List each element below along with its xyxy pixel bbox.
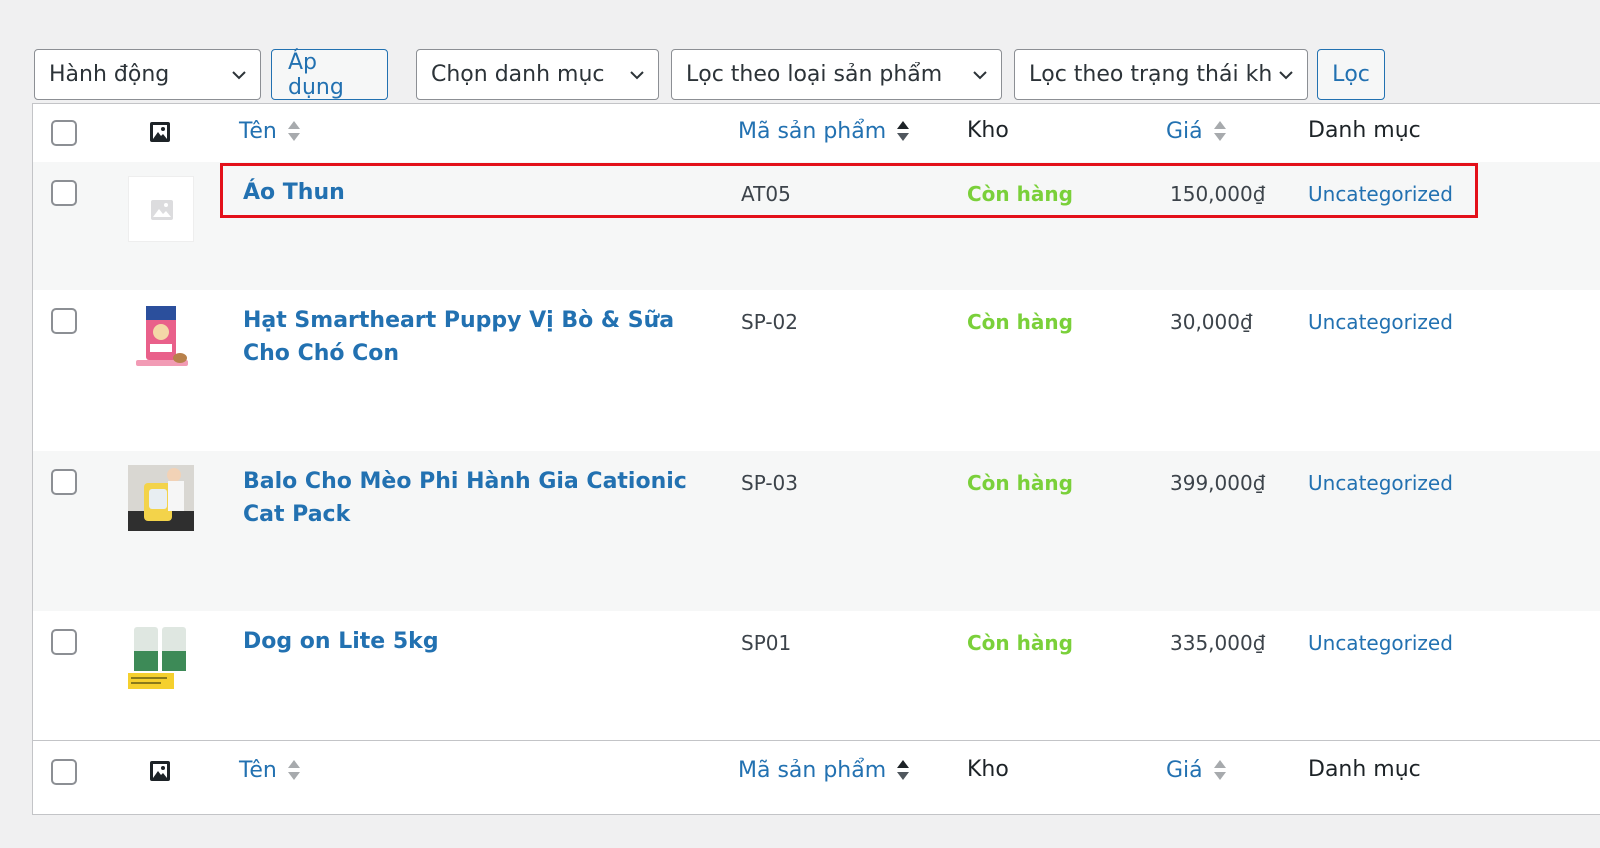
product-price: 335,000₫ [1170,631,1266,655]
dog-food-bag-image [136,306,188,366]
product-price: 30,000₫ [1170,310,1253,334]
product-name-link[interactable]: Balo Cho Mèo Phi Hành Gia Cationic Cat P… [243,465,713,531]
sort-icon [1213,121,1226,141]
product-type-filter-select[interactable]: Lọc theo loại sản phẩm [671,49,1002,100]
row-checkbox[interactable] [51,180,77,206]
column-header-name-label: Tên [239,118,277,144]
row-checkbox[interactable] [51,629,77,655]
sort-icon [287,121,300,141]
stock-status-filter-select[interactable]: Lọc theo trạng thái kho [1014,49,1308,100]
product-sku: SP-03 [741,471,798,495]
category-filter-select[interactable]: Chọn danh mục [416,49,659,100]
product-sku: AT05 [741,182,791,206]
product-thumbnail[interactable] [128,465,194,531]
sort-ascending-icon [897,760,910,780]
product-price: 150,000₫ [1170,182,1266,206]
product-category-link[interactable]: Uncategorized [1308,471,1453,495]
column-header-name[interactable]: Tên [239,118,301,144]
footer-column-price[interactable]: Giá [1166,757,1227,783]
filter-button[interactable]: Lọc [1317,49,1385,100]
product-category-link[interactable]: Uncategorized [1308,310,1453,334]
product-thumbnail[interactable] [128,625,194,691]
footer-column-sku-label: Mã sản phẩm [738,757,887,783]
stock-status: Còn hàng [967,310,1073,334]
product-category-link[interactable]: Uncategorized [1308,182,1453,206]
footer-column-name[interactable]: Tên [239,757,301,783]
sort-icon [1213,760,1226,780]
column-header-stock-label: Kho [967,118,1009,143]
bulk-action-select[interactable]: Hành động [34,49,261,100]
footer-column-category: Danh mục [1308,757,1421,782]
table-row: Áo Thun AT05 Còn hàng 150,000₫ Uncategor… [33,162,1600,290]
table-row: Balo Cho Mèo Phi Hành Gia Cationic Cat P… [33,451,1600,611]
apply-button[interactable]: Áp dụng [271,49,388,100]
product-price: 399,000₫ [1170,471,1266,495]
table-row: Dog on Lite 5kg SP01 Còn hàng 335,000₫ U… [33,611,1600,740]
product-sku: SP01 [741,631,792,655]
cat-backpack-image [128,465,194,531]
chevron-down-icon [1279,70,1293,79]
column-header-price[interactable]: Giá [1166,118,1227,144]
stock-status: Còn hàng [967,471,1073,495]
product-name-link[interactable]: Dog on Lite 5kg [243,625,713,658]
product-sku: SP-02 [741,310,798,334]
row-checkbox[interactable] [51,308,77,334]
column-header-sku[interactable]: Mã sản phẩm [738,118,910,144]
column-header-category-label: Danh mục [1308,118,1421,143]
product-thumbnail[interactable] [128,304,194,370]
column-header-price-label: Giá [1166,118,1203,144]
tablenav-toolbar: Hành động Áp dụng Chọn danh mục Lọc theo… [34,49,1534,102]
product-name-link[interactable]: Áo Thun [243,176,713,209]
stock-status: Còn hàng [967,182,1073,206]
category-filter-value: Chọn danh mục [431,62,605,87]
stock-status-filter-value: Lọc theo trạng thái kho [1029,62,1271,87]
row-checkbox[interactable] [51,469,77,495]
footer-column-category-label: Danh mục [1308,757,1421,782]
footer-column-stock: Kho [967,757,1009,782]
column-header-stock: Kho [967,118,1009,143]
footer-column-sku[interactable]: Mã sản phẩm [738,757,910,783]
product-category-link[interactable]: Uncategorized [1308,631,1453,655]
column-header-sku-label: Mã sản phẩm [738,118,887,144]
table-header: Tên Mã sản phẩm Kho Giá Danh mục [33,104,1600,163]
apply-button-label: Áp dụng [288,49,344,100]
image-icon [150,761,170,781]
dog-food-bags-image [128,625,194,691]
placeholder-image-icon [151,200,173,220]
filter-button-label: Lọc [1332,62,1370,87]
column-header-category: Danh mục [1308,118,1421,143]
footer-column-stock-label: Kho [967,757,1009,782]
product-thumbnail[interactable] [128,176,194,242]
select-all-checkbox[interactable] [51,120,77,146]
table-footer: Tên Mã sản phẩm Kho Giá Danh mục [33,740,1600,803]
sort-ascending-icon [897,121,910,141]
products-table: Tên Mã sản phẩm Kho Giá Danh mục Áo Thun [32,103,1600,815]
chevron-down-icon [973,70,987,79]
footer-column-price-label: Giá [1166,757,1203,783]
sort-icon [287,760,300,780]
chevron-down-icon [630,70,644,79]
stock-status: Còn hàng [967,631,1073,655]
product-type-filter-value: Lọc theo loại sản phẩm [686,62,943,87]
select-all-checkbox-footer[interactable] [51,759,77,785]
chevron-down-icon [232,70,246,79]
footer-column-name-label: Tên [239,757,277,783]
bulk-action-value: Hành động [49,62,170,87]
image-icon [150,122,170,142]
product-name-link[interactable]: Hạt Smartheart Puppy Vị Bò & Sữa Cho Chó… [243,304,713,370]
table-row: Hạt Smartheart Puppy Vị Bò & Sữa Cho Chó… [33,290,1600,451]
